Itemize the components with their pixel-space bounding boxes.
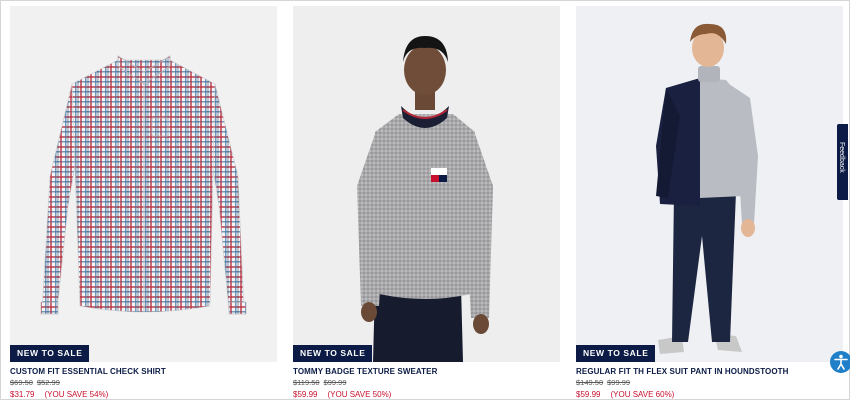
accessibility-icon bbox=[834, 354, 848, 370]
feedback-tab[interactable]: Feedback bbox=[837, 124, 848, 200]
product-name[interactable]: TOMMY BADGE TEXTURE SWEATER bbox=[293, 367, 438, 376]
sale-price: $59.99 bbox=[576, 390, 601, 399]
sale-price-line: $31.79 (YOU SAVE 54%) bbox=[10, 390, 108, 399]
savings-text: (YOU SAVE 60%) bbox=[610, 390, 675, 399]
original-price: $119.50 bbox=[293, 378, 320, 387]
product-name[interactable]: CUSTOM FIT ESSENTIAL CHECK SHIRT bbox=[10, 367, 166, 376]
original-prices: $149.50 $99.99 bbox=[576, 378, 634, 387]
product-card[interactable]: NEW TO SALE TOMMY BADGE TEXTURE SWEATER … bbox=[293, 6, 560, 399]
original-price: $99.99 bbox=[607, 378, 631, 387]
product-image-suit-pant[interactable]: NEW TO SALE bbox=[576, 6, 843, 362]
product-card[interactable]: NEW TO SALE CUSTOM FIT ESSENTIAL CHECK S… bbox=[10, 6, 277, 399]
sale-price-line: $59.99 (YOU SAVE 50%) bbox=[293, 390, 391, 399]
product-image-check-shirt[interactable]: NEW TO SALE bbox=[10, 6, 277, 362]
feedback-label: Feedback bbox=[838, 142, 845, 173]
original-price: $69.50 bbox=[10, 378, 33, 387]
sale-price: $31.79 bbox=[10, 390, 35, 399]
product-card[interactable]: NEW TO SALE REGULAR FIT TH FLEX SUIT PAN… bbox=[576, 6, 843, 399]
product-name[interactable]: REGULAR FIT TH FLEX SUIT PANT IN HOUNDST… bbox=[576, 367, 789, 376]
new-to-sale-badge: NEW TO SALE bbox=[576, 345, 656, 362]
new-to-sale-badge: NEW TO SALE bbox=[293, 345, 373, 362]
accessibility-button[interactable] bbox=[830, 351, 850, 373]
product-grid: NEW TO SALE CUSTOM FIT ESSENTIAL CHECK S… bbox=[0, 0, 850, 400]
product-image-sweater[interactable]: NEW TO SALE bbox=[293, 6, 560, 362]
original-price: $52.99 bbox=[36, 378, 60, 387]
savings-text: (YOU SAVE 50%) bbox=[327, 390, 392, 399]
new-to-sale-badge: NEW TO SALE bbox=[10, 345, 90, 362]
savings-text: (YOU SAVE 54%) bbox=[44, 390, 109, 399]
sale-price: $59.99 bbox=[293, 390, 318, 399]
sale-price-line: $59.99 (YOU SAVE 60%) bbox=[576, 390, 674, 399]
original-price: $149.50 bbox=[576, 378, 604, 387]
original-prices: $69.50 $52.99 bbox=[10, 378, 64, 387]
original-price: $99.99 bbox=[323, 378, 347, 387]
original-prices: $119.50 $99.99 bbox=[293, 378, 351, 387]
